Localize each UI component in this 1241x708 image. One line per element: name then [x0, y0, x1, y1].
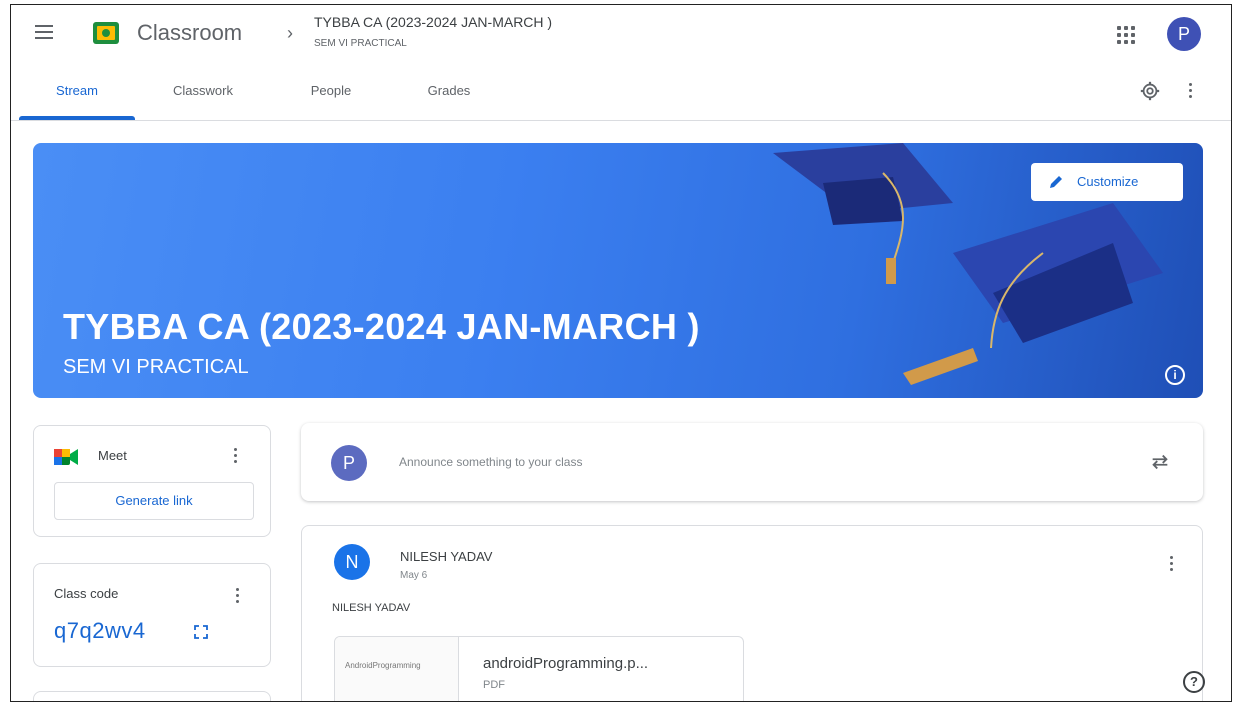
class-code-label: Class code: [54, 586, 119, 601]
help-icon[interactable]: ?: [1183, 671, 1205, 693]
meet-card: Meet Generate link: [33, 425, 271, 537]
breadcrumb-chevron-icon: ›: [287, 23, 293, 43]
top-bar: Classroom › TYBBA CA (2023-2024 JAN-MARC…: [11, 5, 1231, 65]
stream-post: N NILESH YADAV May 6 NILESH YADAV Androi…: [301, 525, 1203, 701]
class-code-value: q7q2wv4: [54, 618, 146, 643]
tab-stream[interactable]: Stream: [19, 65, 135, 121]
class-code-card: Class code q7q2wv4: [33, 563, 271, 667]
post-author: NILESH YADAV: [400, 549, 493, 564]
attachment-card[interactable]: AndroidProgramming androidProgramming.p.…: [334, 636, 744, 701]
attachment-thumbnail-text: AndroidProgramming: [345, 661, 421, 670]
post-author-avatar: N: [334, 544, 370, 580]
google-apps-icon[interactable]: [1117, 26, 1135, 44]
info-icon[interactable]: i: [1165, 365, 1185, 385]
account-avatar[interactable]: P: [1167, 17, 1201, 51]
breadcrumb-class-title[interactable]: TYBBA CA (2023-2024 JAN-MARCH ): [314, 14, 552, 30]
post-date: May 6: [400, 570, 428, 581]
attachment-name[interactable]: androidProgramming.p...: [483, 655, 648, 672]
tab-classwork[interactable]: Classwork: [151, 65, 255, 121]
tab-people[interactable]: People: [291, 65, 371, 121]
class-code-more-options-icon[interactable]: [234, 588, 240, 606]
announce-box[interactable]: P Announce something to your class: [301, 423, 1203, 501]
meet-logo-icon: [54, 449, 78, 465]
tab-grades[interactable]: Grades: [409, 65, 489, 121]
class-section: SEM VI PRACTICAL: [63, 356, 249, 378]
fullscreen-icon[interactable]: [194, 625, 208, 639]
hamburger-menu-icon[interactable]: [35, 25, 53, 41]
breadcrumb-class-section: SEM VI PRACTICAL: [314, 38, 407, 49]
classroom-logo-icon[interactable]: [93, 22, 119, 44]
pencil-icon: [1050, 176, 1062, 188]
post-body: NILESH YADAV: [332, 602, 411, 614]
customize-label: Customize: [1077, 174, 1139, 189]
tab-bar: Stream Classwork People Grades: [11, 65, 1231, 121]
generate-link-button[interactable]: Generate link: [54, 482, 254, 520]
settings-gear-icon[interactable]: [1139, 80, 1161, 102]
app-title[interactable]: Classroom: [137, 20, 242, 46]
attachment-type: PDF: [483, 679, 505, 691]
announce-placeholder[interactable]: Announce something to your class: [399, 455, 582, 469]
more-options-icon[interactable]: [1187, 83, 1193, 101]
post-more-options-icon[interactable]: [1168, 556, 1174, 574]
classroom-window: Classroom › TYBBA CA (2023-2024 JAN-MARC…: [10, 4, 1232, 702]
attachment-thumbnail: AndroidProgramming: [335, 637, 459, 701]
meet-label: Meet: [98, 448, 127, 463]
repost-icon[interactable]: [1149, 451, 1171, 473]
customize-button[interactable]: Customize: [1031, 163, 1183, 201]
meet-more-options-icon[interactable]: [232, 448, 238, 466]
upcoming-card: [33, 691, 271, 701]
active-tab-indicator: [19, 116, 135, 120]
class-title: TYBBA CA (2023-2024 JAN-MARCH ): [63, 306, 700, 347]
class-banner: Customize TYBBA CA (2023-2024 JAN-MARCH …: [33, 143, 1203, 398]
announce-avatar: P: [331, 445, 367, 481]
